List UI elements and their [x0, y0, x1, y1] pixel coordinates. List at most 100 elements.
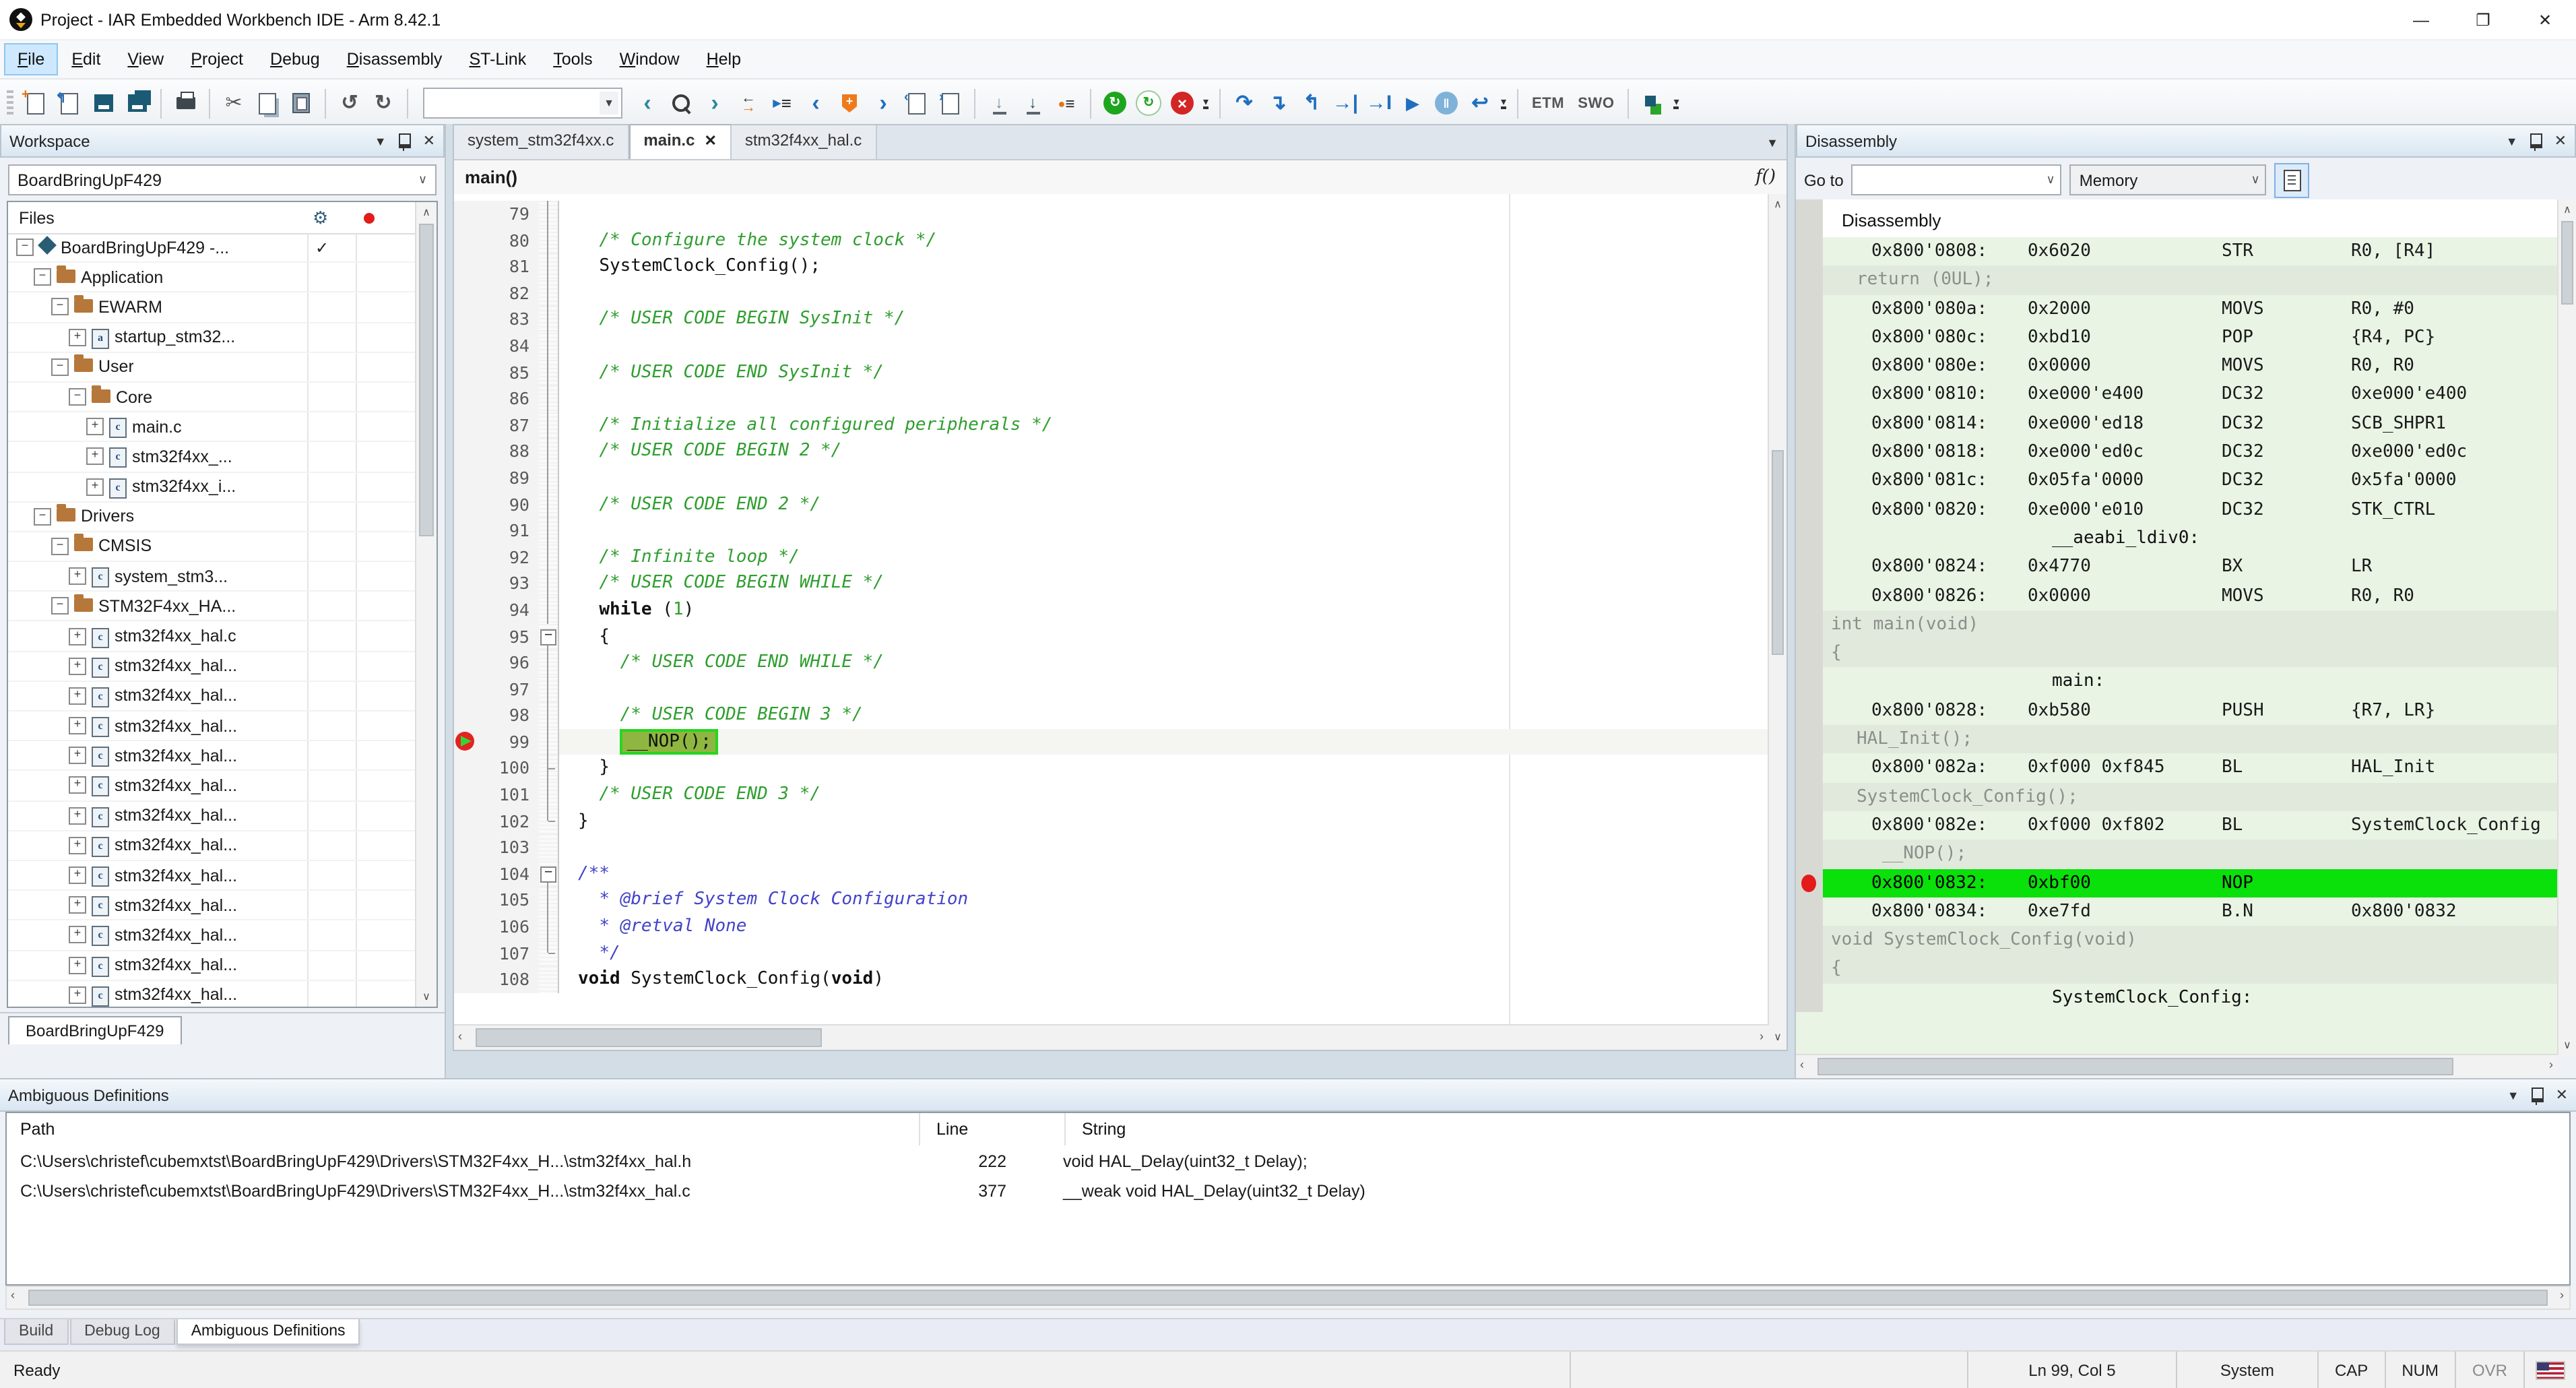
- disassembly-row-instr[interactable]: 0x800'0826:0x0000MOVSR0, R0: [1796, 581, 2576, 610]
- collapse-icon[interactable]: −: [51, 598, 69, 615]
- pin-icon[interactable]: [399, 133, 411, 148]
- reset-button[interactable]: ↻: [1098, 86, 1132, 121]
- scroll-left-icon[interactable]: ‹: [11, 1288, 15, 1302]
- disassembly-gutter[interactable]: [1796, 697, 1823, 726]
- find-previous-button[interactable]: ‹: [631, 86, 664, 121]
- tree-item[interactable]: +cstm32f4xx_hal...: [8, 801, 415, 831]
- expand-icon[interactable]: +: [69, 986, 86, 1004]
- collapse-icon[interactable]: −: [16, 239, 34, 256]
- disassembly-row-source[interactable]: SystemClock_Config();: [1796, 782, 2576, 811]
- collapse-icon[interactable]: −: [34, 269, 51, 286]
- menu-disassembly[interactable]: Disassembly: [335, 44, 455, 74]
- gear-icon[interactable]: ⚙: [313, 207, 328, 228]
- close-icon[interactable]: ✕: [423, 132, 435, 150]
- expand-icon[interactable]: +: [69, 627, 86, 645]
- disassembly-gutter[interactable]: [1796, 495, 1823, 524]
- undo-button[interactable]: ↺: [333, 86, 366, 121]
- definition-row[interactable]: C:\Users\christef\cubemxtst\BoardBringUp…: [7, 1147, 2569, 1176]
- code-line-80[interactable]: 80 /* Configure the system clock */: [454, 227, 1769, 253]
- disassembly-row-label[interactable]: SystemClock_Config:: [1796, 983, 2576, 1012]
- disassembly-gutter[interactable]: [1796, 438, 1823, 467]
- expand-icon[interactable]: +: [69, 807, 86, 824]
- next-document-button[interactable]: ›: [934, 86, 967, 121]
- close-button[interactable]: ✕: [2514, 0, 2576, 39]
- copy-button[interactable]: [251, 86, 284, 121]
- pin-icon[interactable]: [2530, 133, 2542, 148]
- scroll-down-icon[interactable]: ∨: [416, 990, 437, 1003]
- fold-toggle-icon[interactable]: [539, 861, 559, 887]
- disassembly-gutter[interactable]: [1796, 897, 1823, 926]
- code-line-106[interactable]: 106 * @retval None: [454, 914, 1769, 940]
- close-tab-icon[interactable]: ✕: [704, 133, 716, 150]
- disassembly-gutter[interactable]: [1796, 581, 1823, 610]
- scroll-up-icon[interactable]: ∧: [1769, 194, 1786, 210]
- download-all-button[interactable]: ↓: [1016, 86, 1050, 121]
- go-button[interactable]: ▶: [1396, 86, 1429, 121]
- disassembly-gutter[interactable]: [1796, 467, 1823, 496]
- tree-item[interactable]: −EWARM: [8, 293, 415, 323]
- paste-button[interactable]: [284, 86, 318, 121]
- expand-icon[interactable]: +: [69, 328, 86, 346]
- disassembly-row-instr[interactable]: 0x800'0814:0xe000'ed18DC32SCB_SHPR1: [1796, 410, 2576, 439]
- tree-item[interactable]: +cstm32f4xx_hal...: [8, 741, 415, 771]
- mixed-mode-toggle-button[interactable]: [2275, 162, 2310, 197]
- redo-button[interactable]: ↻: [366, 86, 400, 121]
- code-line-103[interactable]: 103: [454, 835, 1769, 861]
- run-to-cursor-button[interactable]: →I: [1362, 86, 1396, 121]
- tree-item[interactable]: +cstm32f4xx_hal...: [8, 712, 415, 741]
- disassembly-gutter[interactable]: [1796, 237, 1823, 266]
- panel-horizontal-scrollbar[interactable]: ‹ ›: [5, 1286, 2571, 1310]
- scroll-up-icon[interactable]: ∧: [2558, 199, 2576, 216]
- code-line-91[interactable]: 91: [454, 517, 1769, 544]
- collapse-icon[interactable]: −: [51, 538, 69, 555]
- expand-icon[interactable]: +: [69, 956, 86, 974]
- fold-toggle-icon[interactable]: [539, 623, 559, 650]
- toolbar-grip[interactable]: [7, 90, 13, 117]
- disassembly-row-source[interactable]: int main(void): [1796, 610, 2576, 639]
- toolbar-overflow-icon[interactable]: ▾: [1670, 86, 1683, 121]
- disassembly-row-label[interactable]: __aeabi_ldiv0:: [1796, 524, 2576, 553]
- tree-item[interactable]: −Application: [8, 263, 415, 292]
- code-line-97[interactable]: 97: [454, 676, 1769, 702]
- code-line-104[interactable]: 104/**: [454, 861, 1769, 887]
- disassembly-gutter[interactable]: [1796, 811, 1823, 840]
- tree-scrollbar[interactable]: ∧ ∨: [415, 202, 437, 1007]
- scroll-right-icon[interactable]: ›: [1760, 1030, 1764, 1043]
- panel-menu-icon[interactable]: ▼: [2506, 134, 2518, 148]
- tree-item[interactable]: +cstm32f4xx_hal...: [8, 771, 415, 801]
- new-document-button[interactable]: +: [19, 86, 53, 121]
- toggle-list-button[interactable]: ▶≡: [765, 86, 799, 121]
- code-editor[interactable]: 7980 /* Configure the system clock */81 …: [454, 194, 1769, 1026]
- collapse-icon[interactable]: −: [51, 358, 69, 376]
- menu-window[interactable]: Window: [608, 44, 692, 74]
- tree-item[interactable]: +cstm32f4xx_hal...: [8, 921, 415, 951]
- expand-icon[interactable]: +: [69, 687, 86, 705]
- code-line-92[interactable]: 92 /* Infinite loop */: [454, 544, 1769, 570]
- disassembly-gutter[interactable]: [1796, 639, 1823, 668]
- goto-address-combo[interactable]: ∨: [1852, 164, 2062, 195]
- disassembly-row-instr[interactable]: 0x800'080c:0xbd10POP{R4, PC}: [1796, 323, 2576, 352]
- code-line-94[interactable]: 94 while (1): [454, 597, 1769, 623]
- tree-item[interactable]: +cmain.c: [8, 412, 415, 442]
- download-button[interactable]: ↓: [982, 86, 1016, 121]
- disassembly-horizontal-scrollbar[interactable]: ‹ ›: [1796, 1054, 2558, 1078]
- disassembly-vertical-scrollbar[interactable]: ∧ ∨: [2557, 199, 2576, 1055]
- menu-file[interactable]: File: [5, 44, 57, 74]
- next-statement-button[interactable]: →|: [1328, 86, 1362, 121]
- tree-item[interactable]: +cstm32f4xx_hal...: [8, 951, 415, 980]
- disassembly-row-instr[interactable]: 0x800'0818:0xe000'ed0cDC320xe000'ed0c: [1796, 438, 2576, 467]
- panel-menu-icon[interactable]: ▼: [2507, 1088, 2519, 1102]
- editor-horizontal-scrollbar[interactable]: ‹ ›: [454, 1024, 1769, 1050]
- code-line-100[interactable]: 100 }: [454, 755, 1769, 782]
- code-line-88[interactable]: 88 /* USER CODE BEGIN 2 */: [454, 439, 1769, 465]
- disassembly-row-instr[interactable]: 0x800'081c:0x05fa'0000DC320x5fa'0000: [1796, 467, 2576, 496]
- cut-button[interactable]: ✂: [217, 86, 251, 121]
- keyboard-layout-flag-icon[interactable]: [2523, 1352, 2576, 1388]
- code-line-87[interactable]: 87 /* Initialize all configured peripher…: [454, 412, 1769, 439]
- menu-project[interactable]: Project: [179, 44, 255, 74]
- tree-item[interactable]: −Drivers: [8, 502, 415, 532]
- disassembly-row-instr[interactable]: 0x800'082a:0xf000 0xf845BLHAL_Init: [1796, 754, 2576, 783]
- disassembly-row-source[interactable]: {: [1796, 955, 2576, 984]
- navigate-forward-button[interactable]: ›: [866, 86, 900, 121]
- tree-item[interactable]: +cstm32f4xx_hal...: [8, 682, 415, 712]
